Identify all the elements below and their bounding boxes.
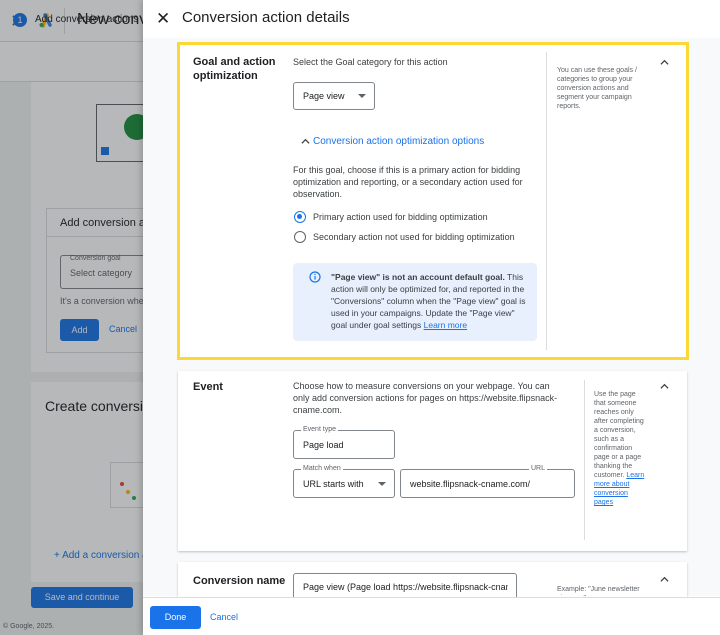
optimization-options-toggle[interactable]: Conversion action optimization options	[313, 136, 484, 148]
close-panel-icon[interactable]: ✕	[156, 9, 170, 29]
goal-section-label: Goal and action optimization	[193, 56, 276, 82]
cancel-button[interactable]: Cancel	[210, 612, 238, 622]
url-label: URL	[529, 465, 548, 472]
conversion-name-label: Conversion name	[193, 575, 286, 587]
event-type-value: Page load	[303, 440, 344, 450]
event-help: Use the page that someone reaches only a…	[594, 390, 646, 507]
dropdown-arrow-icon	[358, 94, 366, 98]
event-description: Choose how to measure conversions on you…	[293, 381, 558, 415]
info-learn-more-link[interactable]: Learn more	[424, 320, 467, 330]
collapse-chevron-up-icon[interactable]	[660, 382, 669, 391]
goal-explanation: For this goal, choose if this is a prima…	[293, 165, 523, 199]
conversion-name-value: Page view (Page load https://website.fli…	[303, 582, 508, 592]
secondary-action-label[interactable]: Secondary action not used for bidding op…	[313, 231, 515, 243]
conversion-name-help: Example: "June newsletter sign-ups"	[557, 586, 640, 596]
chevron-up-icon[interactable]	[301, 137, 310, 146]
goal-help-text: You can use these goals / categories to …	[557, 67, 637, 110]
info-notice-bold: "Page view" is not an account default go…	[331, 272, 505, 282]
secondary-action-radio[interactable]	[294, 231, 306, 243]
primary-action-radio[interactable]	[294, 211, 306, 223]
collapse-chevron-up-icon[interactable]	[660, 575, 669, 584]
panel-title: Conversion action details	[182, 9, 350, 26]
primary-action-label[interactable]: Primary action used for bidding optimiza…	[313, 211, 488, 223]
dropdown-arrow-icon	[378, 482, 386, 486]
collapse-chevron-up-icon[interactable]	[660, 58, 669, 67]
event-section-label: Event	[193, 381, 223, 393]
match-when-value: URL starts with	[303, 479, 364, 489]
match-when-label: Match when	[301, 465, 343, 472]
goal-category-value: Page view	[303, 91, 345, 101]
info-icon	[309, 271, 321, 283]
event-type-label: Event type	[301, 426, 339, 433]
url-value: website.flipsnack-cname.com/	[410, 479, 531, 489]
info-notice-text: "Page view" is not an account default go…	[331, 271, 531, 331]
done-button[interactable]: Done	[150, 606, 201, 629]
goal-prompt: Select the Goal category for this action	[293, 57, 448, 67]
help-divider	[584, 380, 585, 540]
help-divider	[546, 52, 547, 350]
event-help-text: Use the page that someone reaches only a…	[594, 391, 644, 479]
